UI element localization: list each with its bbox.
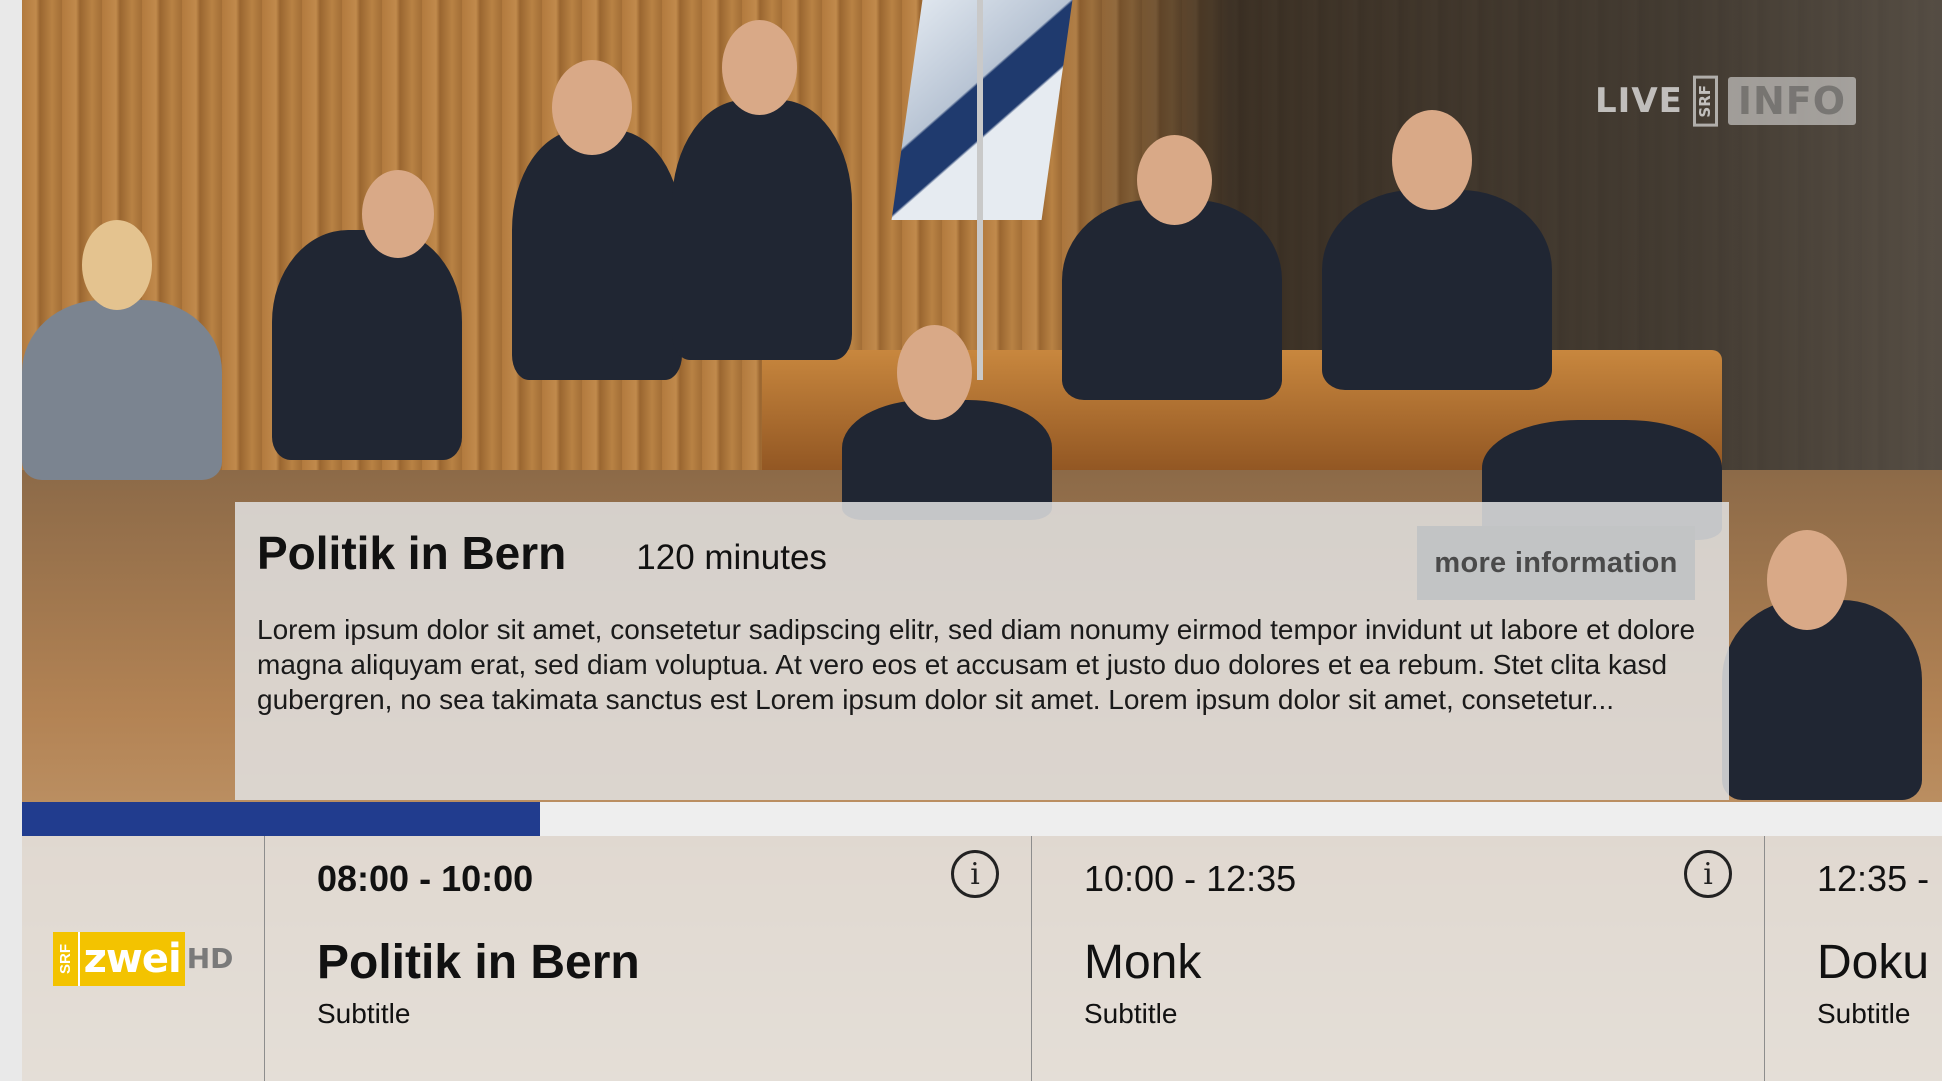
schedule-slot-current[interactable]: 08:00 - 10:00 Politik in Bern Subtitle i (265, 836, 1032, 1081)
live-label: LIVE (1595, 81, 1683, 121)
flag-pole (977, 0, 983, 380)
logo-hd-text: HD (186, 942, 234, 975)
logo-zwei-text: zwei (79, 931, 185, 986)
channel-logo: SRF zwei HD (52, 931, 234, 986)
program-info-panel: Politik in Bern 120 minutes more informa… (235, 502, 1729, 800)
channel-badge-info: INFO (1727, 77, 1857, 125)
person-figure (512, 130, 682, 380)
slot-time: 08:00 - 10:00 (317, 858, 534, 899)
person-figure (22, 300, 222, 480)
person-figure (272, 230, 462, 460)
channel-logo-cell[interactable]: SRF zwei HD (22, 836, 265, 1081)
person-figure (1062, 200, 1282, 400)
info-icon[interactable]: i (1684, 850, 1732, 898)
person-figure (1322, 190, 1552, 390)
program-title: Politik in Bern (257, 527, 567, 579)
slot-subtitle: Subtitle (1817, 998, 1911, 1029)
person-head (1392, 110, 1472, 210)
logo-srf-text: SRF (52, 931, 80, 986)
program-duration: 120 minutes (636, 538, 827, 577)
person-head (1767, 530, 1847, 630)
person-head (82, 220, 152, 310)
slot-title: Doku (1817, 936, 1930, 989)
schedule-slot[interactable]: 12:35 - Doku Subtitle (1765, 836, 1942, 1081)
slot-subtitle: Subtitle (1084, 998, 1178, 1029)
program-progress-bar (22, 802, 1942, 836)
person-figure (672, 100, 852, 360)
epg-strip: SRF zwei HD 08:00 - 10:00 Politik in Ber… (22, 836, 1942, 1081)
person-head (722, 20, 797, 115)
schedule-slot[interactable]: 10:00 - 12:35 Monk Subtitle i (1032, 836, 1765, 1081)
slot-time: 10:00 - 12:35 (1084, 858, 1297, 899)
program-progress-fill (22, 802, 541, 836)
person-head (552, 60, 632, 155)
slot-title: Politik in Bern (317, 936, 640, 989)
info-icon[interactable]: i (951, 850, 999, 898)
program-description: Lorem ipsum dolor sit amet, consetetur s… (257, 614, 1696, 715)
person-head (1137, 135, 1212, 225)
more-information-button[interactable]: more information (1417, 526, 1695, 600)
slot-time: 12:35 - (1817, 858, 1930, 899)
person-head (897, 325, 972, 420)
channel-badge-srf: SRF (1692, 75, 1718, 127)
person-head (362, 170, 434, 258)
slot-title: Monk (1084, 936, 1202, 989)
person-figure (1722, 600, 1922, 800)
live-channel-badge: LIVE SRF INFO (1595, 74, 1857, 128)
slot-subtitle: Subtitle (317, 998, 411, 1029)
